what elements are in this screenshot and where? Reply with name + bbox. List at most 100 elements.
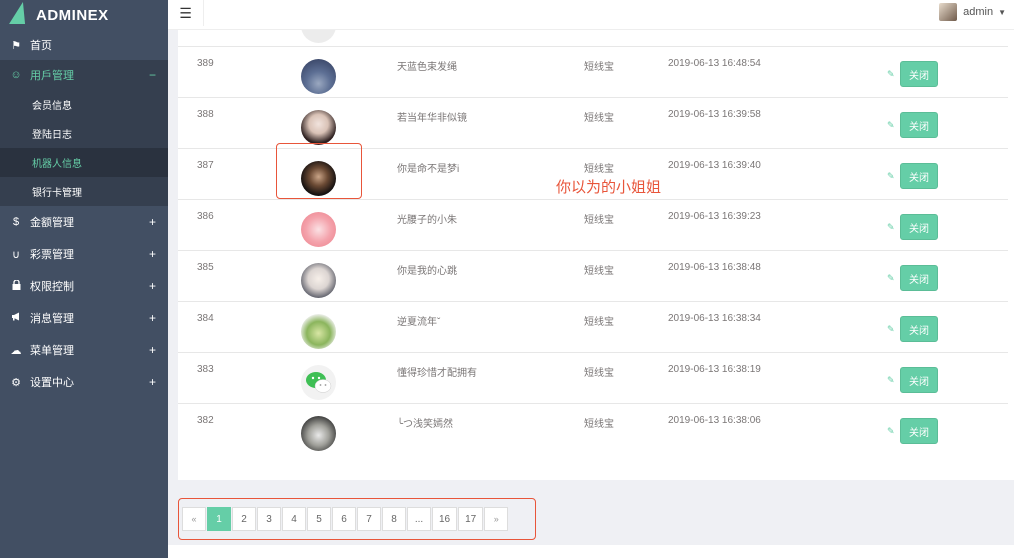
- sidebar: ADMINEX ⚑ 首页 ☺ 用戶管理 − 会员信息 登陆日志 机器人信息 银行…: [0, 0, 168, 558]
- close-button[interactable]: 关闭: [900, 316, 938, 342]
- sidebar-item-label: 首页: [30, 40, 52, 52]
- logo-mark-icon: [9, 2, 31, 24]
- edit-icon[interactable]: ✎: [887, 69, 895, 80]
- table-row: 384 逆夏流年ˇ 短线宝 2019-06-13 16:38:34 ✎ 关闭: [178, 301, 1008, 352]
- row-type: 短线宝: [584, 113, 614, 124]
- row-name: ╰つ浅笑嫣然: [397, 419, 454, 430]
- menu-icon[interactable]: ☰: [168, 0, 204, 26]
- table-row: 388 若当年华非似镜 短线宝 2019-06-13 16:39:58 ✎ 关闭: [178, 97, 1008, 148]
- row-name: 你是命不是梦i: [397, 164, 460, 175]
- row-type: 短线宝: [584, 62, 614, 73]
- page-ellipsis: ...: [407, 507, 431, 531]
- expand-icon[interactable]: +: [149, 279, 156, 293]
- expand-icon[interactable]: +: [149, 215, 156, 229]
- edit-icon[interactable]: ✎: [887, 222, 895, 233]
- lock-icon: [10, 278, 22, 293]
- sidebar-item-label: 菜单管理: [30, 345, 74, 357]
- row-type: 短线宝: [584, 419, 614, 430]
- edit-icon[interactable]: ✎: [887, 375, 895, 386]
- username: admin: [963, 6, 994, 18]
- dollar-icon: $: [12, 216, 20, 228]
- next-page-button[interactable]: »: [484, 507, 509, 531]
- edit-icon[interactable]: ✎: [887, 324, 895, 335]
- collapse-icon[interactable]: −: [149, 68, 156, 82]
- sidebar-subitem-login-log[interactable]: 登陆日志: [0, 119, 168, 148]
- row-time: 2019-06-13 16:38:19: [668, 364, 761, 375]
- row-name: 你是我的心跳: [397, 266, 457, 277]
- row-time: 2019-06-13 16:48:54: [668, 58, 761, 69]
- sidebar-item-home[interactable]: ⚑ 首页: [0, 30, 168, 60]
- sidebar-subitem-robot-info[interactable]: 机器人信息: [0, 148, 168, 177]
- close-button[interactable]: 关闭: [900, 265, 938, 291]
- brand-name: ADMINEX: [36, 6, 109, 24]
- user-menu[interactable]: admin ▼: [939, 3, 1006, 21]
- sidebar-item-label: 消息管理: [30, 313, 74, 325]
- sidebar-item-lottery-management[interactable]: ∪ 彩票管理 +: [0, 238, 168, 270]
- edit-icon[interactable]: ✎: [887, 273, 895, 284]
- row-type: 短线宝: [584, 317, 614, 328]
- top-header: ☰ admin ▼: [168, 0, 1014, 30]
- avatar-highlight-box: [276, 143, 362, 199]
- sidebar-item-label: 用戶管理: [30, 70, 74, 82]
- row-name: 光腰子的小朱: [397, 215, 457, 226]
- sidebar-item-user-management[interactable]: ☺ 用戶管理 −: [0, 60, 168, 90]
- row-id: 389: [197, 58, 214, 69]
- wechat-avatar-icon: [301, 365, 336, 400]
- prev-page-button[interactable]: «: [182, 507, 206, 531]
- footer-strip: [168, 545, 1014, 558]
- row-type: 短线宝: [584, 164, 614, 175]
- table-row: 382 ╰つ浅笑嫣然 短线宝 2019-06-13 16:38:06 ✎ 关闭: [178, 403, 1008, 454]
- close-button[interactable]: 关闭: [900, 367, 938, 393]
- sidebar-item-amount-management[interactable]: $ 金额管理 +: [0, 206, 168, 238]
- close-button[interactable]: 关闭: [900, 112, 938, 138]
- page-button-1[interactable]: 1: [207, 507, 231, 531]
- close-button[interactable]: 关闭: [900, 163, 938, 189]
- expand-icon[interactable]: +: [149, 311, 156, 325]
- edit-icon[interactable]: ✎: [887, 171, 895, 182]
- magnet-icon: ∪: [11, 248, 21, 261]
- sidebar-item-settings[interactable]: ⚙ 设置中心 +: [0, 366, 168, 398]
- sidebar-submenu: 会员信息 登陆日志 机器人信息 银行卡管理: [0, 90, 168, 206]
- row-name: 懂得珍惜才配拥有: [397, 368, 477, 379]
- sidebar-item-menu-management[interactable]: ☁ 菜单管理 +: [0, 334, 168, 366]
- close-button[interactable]: 关闭: [900, 61, 938, 87]
- row-time: 2019-06-13 16:39:58: [668, 109, 761, 120]
- avatar: [301, 110, 336, 145]
- page-button-16[interactable]: 16: [432, 507, 458, 531]
- page-button-7[interactable]: 7: [357, 507, 381, 531]
- sidebar-item-permission-control[interactable]: 权限控制 +: [0, 270, 168, 302]
- edit-icon[interactable]: ✎: [887, 120, 895, 131]
- edit-icon[interactable]: ✎: [887, 426, 895, 437]
- gear-icon: ⚙: [11, 376, 21, 389]
- expand-icon[interactable]: +: [149, 247, 156, 261]
- page-button-6[interactable]: 6: [332, 507, 356, 531]
- close-button[interactable]: 关闭: [900, 214, 938, 240]
- page-button-2[interactable]: 2: [232, 507, 256, 531]
- sidebar-item-label: 彩票管理: [30, 249, 74, 261]
- row-type: 短线宝: [584, 368, 614, 379]
- sidebar-subitem-member-info[interactable]: 会员信息: [0, 90, 168, 119]
- page-button-8[interactable]: 8: [382, 507, 406, 531]
- expand-icon[interactable]: +: [149, 343, 156, 357]
- caret-down-icon: ▼: [998, 7, 1006, 17]
- row-type: 短线宝: [584, 266, 614, 277]
- pagination: « 1 2 3 4 5 6 7 8 ... 16 17 »: [182, 507, 509, 531]
- page-button-5[interactable]: 5: [307, 507, 331, 531]
- brand-logo[interactable]: ADMINEX: [0, 0, 168, 30]
- page-button-3[interactable]: 3: [257, 507, 281, 531]
- table-row: 389 天蓝色束发绳 短线宝 2019-06-13 16:48:54 ✎ 关闭: [178, 46, 1008, 97]
- cloud-icon: ☁: [10, 344, 22, 357]
- close-button[interactable]: 关闭: [900, 418, 938, 444]
- page-button-17[interactable]: 17: [458, 507, 484, 531]
- page-button-4[interactable]: 4: [282, 507, 306, 531]
- expand-icon[interactable]: +: [149, 375, 156, 389]
- row-time: 2019-06-13 16:38:34: [668, 313, 761, 324]
- sidebar-item-message-management[interactable]: 消息管理 +: [0, 302, 168, 334]
- row-time: 2019-06-13 16:39:23: [668, 211, 761, 222]
- annotation-text: 你以为的小姐姐: [556, 179, 662, 196]
- smile-icon: ☺: [10, 69, 22, 81]
- sidebar-nav: ⚑ 首页 ☺ 用戶管理 − 会员信息 登陆日志 机器人信息 银行卡管理 $ 金额…: [0, 30, 168, 398]
- row-id: 384: [197, 313, 214, 324]
- sidebar-item-label: 设置中心: [30, 377, 74, 389]
- sidebar-subitem-bank-card[interactable]: 银行卡管理: [0, 177, 168, 206]
